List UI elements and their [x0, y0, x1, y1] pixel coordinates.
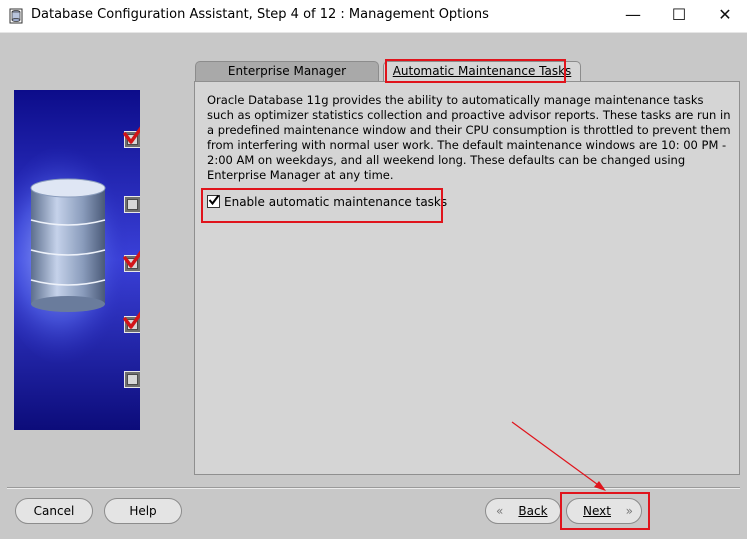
help-button[interactable]: Help	[104, 498, 182, 524]
step-check-icon	[123, 126, 140, 144]
chevron-right-icon: »	[625, 504, 633, 518]
step-indicator-2	[124, 196, 140, 213]
window-title: Database Configuration Assistant, Step 4…	[31, 7, 489, 22]
cancel-button-label: Cancel	[33, 504, 75, 518]
close-button[interactable]: ✕	[702, 0, 747, 32]
cancel-button[interactable]: Cancel	[15, 498, 93, 524]
maximize-button[interactable]: ☐	[656, 0, 702, 32]
steps-panel	[14, 90, 140, 430]
next-button-label: Next	[583, 504, 611, 518]
step-check-icon	[123, 311, 140, 329]
enable-maintenance-label: Enable automatic maintenance tasks	[224, 195, 448, 209]
minimize-button[interactable]: —	[610, 0, 656, 32]
step-check-icon	[123, 250, 140, 268]
checkmark-icon	[208, 194, 220, 206]
footer-separator	[7, 487, 740, 489]
enable-maintenance-checkbox[interactable]	[207, 194, 220, 208]
tab-enterprise-manager-label: Enterprise Manager	[227, 64, 347, 78]
help-button-label: Help	[129, 504, 157, 518]
chevron-left-icon: «	[496, 504, 504, 518]
next-button[interactable]: Next »	[566, 498, 642, 524]
back-button[interactable]: « Back	[485, 498, 561, 524]
app-icon	[9, 8, 23, 24]
description-text: Oracle Database 11g provides the ability…	[207, 93, 731, 182]
title-bar: Database Configuration Assistant, Step 4…	[0, 0, 747, 33]
tab-automatic-maintenance-tasks-label: Automatic Maintenance Tasks	[392, 64, 572, 78]
tab-automatic-maintenance-tasks[interactable]: Automatic Maintenance Tasks	[383, 61, 581, 81]
back-button-label: Back	[518, 504, 548, 518]
enable-maintenance-checkbox-row[interactable]: Enable automatic maintenance tasks	[207, 194, 448, 213]
step-indicator-5	[124, 371, 140, 388]
tab-enterprise-manager[interactable]: Enterprise Manager	[195, 61, 379, 81]
